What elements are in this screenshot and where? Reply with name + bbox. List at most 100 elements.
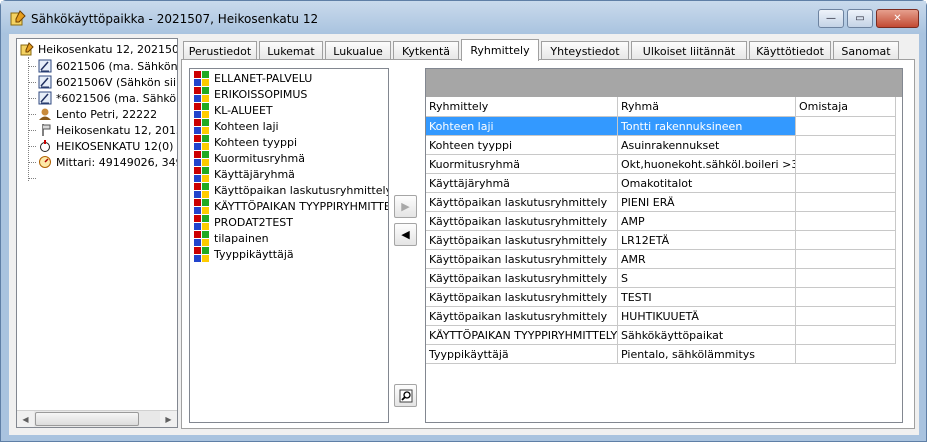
group-label: Kohteen tyyppi (214, 135, 298, 149)
group-list-item[interactable]: Kohteen laji (194, 118, 279, 134)
ryhmittely-panel: ELLANET-PALVELU ERIKOISSOPIMUS KL-ALUEET Ko… (181, 59, 915, 429)
tree-item-connection[interactable]: HEIKOSENKATU 12(0) (38, 138, 173, 154)
group-list-item[interactable]: ELLANET-PALVELU (194, 70, 312, 86)
table-row[interactable]: Käyttöpaikan laskutusryhmittely HUHTIKUUE… (426, 307, 902, 326)
available-groups-list[interactable]: ELLANET-PALVELU ERIKOISSOPIMUS KL-ALUEET Ko… (189, 68, 389, 423)
group-icon (194, 246, 209, 262)
group-icon (194, 134, 209, 150)
group-list-item[interactable]: KÄYTTÖPAIKAN TYYPPIRYHMITTELY (194, 198, 388, 214)
tab-yhteystiedot[interactable]: Yhteystiedot (541, 41, 629, 60)
tab-strip: Perustiedot Lukemat Lukualue Kytkentä Ry… (181, 39, 915, 61)
group-list-item[interactable]: Käyttöpaikan laskutusryhmittely (194, 182, 388, 198)
tree-item-meter[interactable]: Mittari: 49149026, 349 (38, 154, 178, 170)
tree-item-contract-3[interactable]: *6021506 (ma. Sähkön myynti) (38, 90, 177, 106)
cell-ryhmittely: Käyttäjäryhmä (426, 174, 618, 193)
group-icon (194, 150, 209, 166)
group-icon (194, 182, 209, 198)
tree-item-root[interactable]: Heikosenkatu 12, 2021507 (20, 41, 177, 57)
meter-icon (39, 156, 51, 168)
group-label: ERIKOISSOPIMUS (214, 87, 308, 101)
table-row[interactable]: KÄYTTÖPAIKAN TYYPPIRYHMITTELY Sähkökäyttö… (426, 326, 902, 345)
group-label: ELLANET-PALVELU (214, 71, 313, 85)
remove-group-button[interactable]: ◀ (394, 223, 417, 246)
cell-omistaja (796, 345, 896, 364)
cell-omistaja (796, 117, 896, 136)
search-button[interactable] (394, 384, 417, 407)
column-header-ryhma[interactable]: Ryhmä (618, 97, 796, 117)
group-list-item[interactable]: Kuormitusryhmä (194, 150, 305, 166)
tab-perustiedot[interactable]: Perustiedot (183, 41, 257, 60)
table-row[interactable]: Käyttöpaikan laskutusryhmittely S (426, 269, 902, 288)
group-icon (194, 102, 209, 118)
tree-item-label: Heikosenkatu 12, 20139 (56, 123, 178, 137)
tab-kytkenta[interactable]: Kytkentä (393, 41, 459, 60)
group-list-item[interactable]: Tyyppikäyttäjä (194, 246, 294, 262)
group-label: KL-ALUEET (214, 103, 273, 117)
scroll-thumb[interactable] (35, 412, 139, 426)
tab-lukemat[interactable]: Lukemat (259, 41, 323, 60)
group-icon (194, 70, 209, 86)
close-button[interactable]: ✕ (876, 9, 919, 28)
navigation-tree[interactable]: Heikosenkatu 12, 2021507 6021506 (ma. Sä… (16, 38, 178, 428)
cell-ryhmittely: Käyttöpaikan laskutusryhmittely (426, 250, 618, 269)
cell-ryhmittely: Kohteen laji (426, 117, 618, 136)
cell-omistaja (796, 307, 896, 326)
tab-kayttotiedot[interactable]: Käyttötiedot (749, 41, 831, 60)
cell-ryhma: TESTI (618, 288, 796, 307)
table-row[interactable]: Käyttöpaikan laskutusryhmittely AMR (426, 250, 902, 269)
table-row[interactable]: Kuormitusryhmä Okt,huonekoht.sähköl.boile… (426, 155, 902, 174)
title-bar[interactable]: Sähkökäyttöpaikka - 2021507, Heikosenkat… (1, 1, 926, 34)
maximize-button[interactable]: ▭ (847, 9, 873, 28)
app-icon (10, 10, 26, 26)
cell-omistaja (796, 326, 896, 345)
scroll-left-icon[interactable]: ◀ (17, 411, 34, 427)
table-row[interactable]: Kohteen tyyppi Asuinrakennukset (426, 136, 902, 155)
group-list-item[interactable]: KL-ALUEET (194, 102, 273, 118)
cell-ryhma: Omakotitalot (618, 174, 796, 193)
minimize-button[interactable]: — (818, 9, 844, 28)
table-row[interactable]: Kohteen laji Tontti rakennuksineen (426, 117, 902, 136)
table-row[interactable]: Käyttöpaikan laskutusryhmittely LR12ETÄ (426, 231, 902, 250)
tab-sanomat[interactable]: Sanomat (833, 41, 899, 60)
group-list-item[interactable]: PRODAT2TEST (194, 214, 293, 230)
tree-item-contract-2[interactable]: 6021506V (Sähkön siirto) (38, 74, 177, 90)
cell-omistaja (796, 136, 896, 155)
cell-ryhmittely: Käyttöpaikan laskutusryhmittely (426, 307, 618, 326)
group-icon (194, 86, 209, 102)
tree-item-address[interactable]: Heikosenkatu 12, 20139 (38, 122, 178, 138)
tree-item-label: Mittari: 49149026, 349 (56, 155, 178, 169)
cell-ryhma: HUHTIKUUETÄ (618, 307, 796, 326)
add-group-button[interactable]: ▶ (394, 195, 417, 218)
table-row[interactable]: Käyttäjäryhmä Omakotitalot (426, 174, 902, 193)
group-label: PRODAT2TEST (214, 215, 293, 229)
contract-icon (38, 75, 52, 89)
table-row[interactable]: Käyttöpaikan laskutusryhmittely AMP (426, 212, 902, 231)
tree-item-person[interactable]: Lento Petri, 22222 (38, 106, 157, 122)
tab-ryhmittely[interactable]: Ryhmittely (461, 39, 539, 61)
column-header-omistaja[interactable]: Omistaja (796, 97, 896, 117)
cell-ryhmittely: KÄYTTÖPAIKAN TYYPPIRYHMITTELY (426, 326, 618, 345)
assigned-groups-grid[interactable]: Ryhmittely Ryhmä Omistaja Kohteen laji To… (425, 68, 903, 423)
group-list-item[interactable]: ERIKOISSOPIMUS (194, 86, 307, 102)
cell-ryhma: AMP (618, 212, 796, 231)
cell-ryhma: Pientalo, sähkölämmitys (618, 345, 796, 364)
tree-horizontal-scrollbar[interactable]: ◀ ▶ (17, 410, 177, 427)
table-row[interactable]: Käyttöpaikan laskutusryhmittely PIENI ERÄ (426, 193, 902, 212)
table-row[interactable]: Käyttöpaikan laskutusryhmittely TESTI (426, 288, 902, 307)
cell-ryhma: PIENI ERÄ (618, 193, 796, 212)
group-list-item[interactable]: Kohteen tyyppi (194, 134, 297, 150)
table-row[interactable]: Tyyppikäyttäjä Pientalo, sähkölämmitys (426, 345, 902, 364)
cell-ryhma: S (618, 269, 796, 288)
person-icon (39, 108, 51, 120)
group-list-item[interactable]: tilapainen (194, 230, 269, 246)
tree-item-label: 6021506V (Sähkön siirto) (56, 75, 177, 89)
group-icon (194, 230, 209, 246)
group-list-item[interactable]: Käyttäjäryhmä (194, 166, 295, 182)
scroll-right-icon[interactable]: ▶ (160, 411, 177, 427)
column-header-ryhmittely[interactable]: Ryhmittely (426, 97, 618, 117)
grid-band (426, 69, 902, 97)
tab-lukualue[interactable]: Lukualue (325, 41, 391, 60)
cell-omistaja (796, 269, 896, 288)
tab-ulkoiset-liitannat[interactable]: Ulkoiset liitännät (631, 41, 747, 60)
tree-item-contract-1[interactable]: 6021506 (ma. Sähkön myynti (38, 58, 177, 74)
